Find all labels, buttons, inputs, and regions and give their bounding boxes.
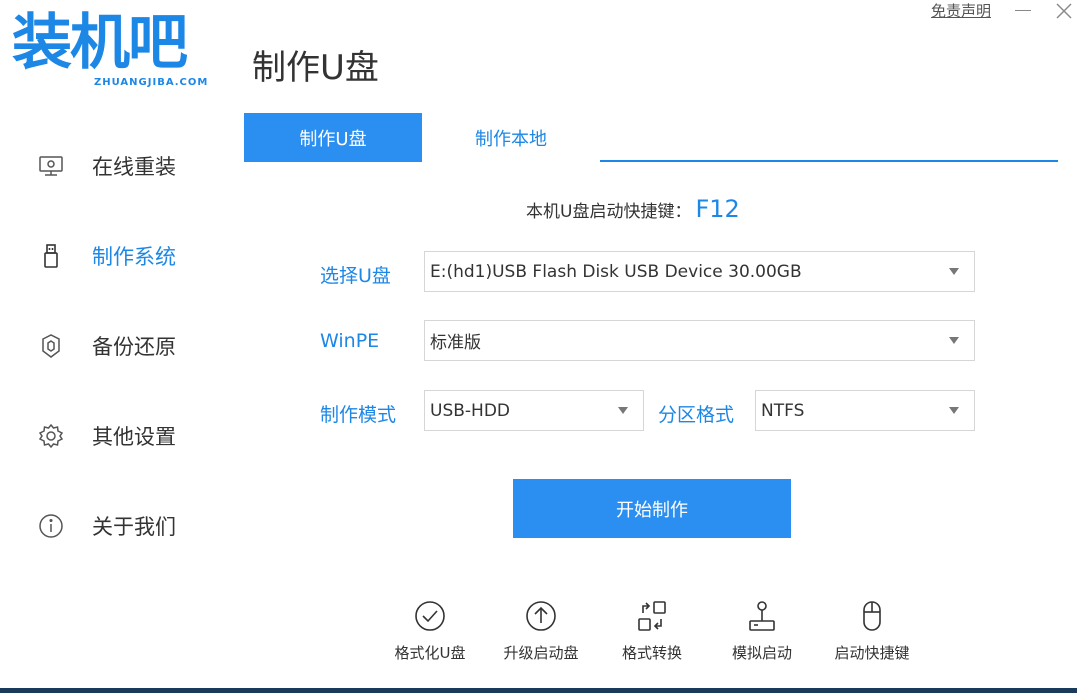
page-title: 制作U盘 xyxy=(252,48,379,88)
tool-label: 模拟启动 xyxy=(731,644,792,662)
sidebar-item-online-reinstall[interactable]: 在线重装 xyxy=(0,136,240,196)
usb-select-label: 选择U盘 xyxy=(320,265,391,287)
check-circle-icon xyxy=(412,598,448,634)
format-convert-tool[interactable]: 格式转换 xyxy=(617,598,687,663)
upgrade-bootdisk-tool[interactable]: 升级启动盘 xyxy=(498,598,584,663)
joystick-icon xyxy=(744,598,780,634)
partition-format-select[interactable]: NTFS xyxy=(755,390,975,431)
tool-label: 格式转换 xyxy=(621,644,682,662)
convert-icon xyxy=(634,598,670,634)
sidebar-item-about-us[interactable]: 关于我们 xyxy=(0,496,240,556)
usb-device-select[interactable]: E:(hd1)USB Flash Disk USB Device 30.00GB xyxy=(424,251,975,292)
disclaimer-link[interactable]: 免责声明 xyxy=(931,0,991,21)
chevron-down-icon xyxy=(618,407,628,414)
winpe-label: WinPE xyxy=(320,330,380,352)
logo-subtext: ZHUANGJIBA.COM xyxy=(94,77,209,88)
hotkey-value: F12 xyxy=(695,195,740,223)
tab-make-local[interactable]: 制作本地 xyxy=(422,113,600,162)
simulate-boot-tool[interactable]: 模拟启动 xyxy=(727,598,797,663)
sidebar-item-label: 制作系统 xyxy=(92,245,176,269)
make-mode-label: 制作模式 xyxy=(320,404,397,426)
tool-label: 升级启动盘 xyxy=(503,644,579,662)
close-button[interactable] xyxy=(1055,2,1073,20)
gear-icon xyxy=(38,423,64,449)
start-making-button[interactable]: 开始制作 xyxy=(513,479,791,538)
backup-icon xyxy=(38,333,64,359)
hotkey-label: 本机U盘启动快捷键： xyxy=(526,202,692,222)
boot-hotkey-tool[interactable]: 启动快捷键 xyxy=(829,598,915,663)
chevron-down-icon xyxy=(949,407,959,414)
tool-label: 启动快捷键 xyxy=(834,644,910,662)
make-mode-value: USB-HDD xyxy=(430,400,510,421)
winpe-select[interactable]: 标准版 xyxy=(424,320,975,361)
monitor-icon xyxy=(38,153,64,179)
tool-label: 格式化U盘 xyxy=(394,644,466,662)
bottom-border xyxy=(0,688,1077,693)
mouse-icon xyxy=(854,598,890,634)
partition-format-value: NTFS xyxy=(761,400,805,421)
logo-text: 装机吧 xyxy=(12,8,188,78)
sidebar-item-label: 其他设置 xyxy=(92,425,176,449)
sidebar-item-other-settings[interactable]: 其他设置 xyxy=(0,406,240,466)
format-usb-tool[interactable]: 格式化U盘 xyxy=(389,598,471,663)
sidebar-item-backup-restore[interactable]: 备份还原 xyxy=(0,316,240,376)
info-icon xyxy=(38,513,64,539)
chevron-down-icon xyxy=(949,268,959,275)
minimize-button[interactable] xyxy=(1014,2,1032,18)
upload-circle-icon xyxy=(523,598,559,634)
winpe-value: 标准版 xyxy=(430,333,481,353)
usb-device-value: E:(hd1)USB Flash Disk USB Device 30.00GB xyxy=(430,261,802,282)
make-mode-select[interactable]: USB-HDD xyxy=(424,390,644,431)
tab-bar: 制作U盘 制作本地 xyxy=(244,113,1058,162)
tab-make-usb[interactable]: 制作U盘 xyxy=(244,113,422,162)
app-logo: 装机吧 ZHUANGJIBA.COM xyxy=(12,6,217,94)
usb-boot-hotkey: 本机U盘启动快捷键： F12 xyxy=(526,195,740,223)
sidebar-item-make-system[interactable]: 制作系统 xyxy=(0,226,240,286)
chevron-down-icon xyxy=(949,337,959,344)
partition-format-label: 分区格式 xyxy=(658,404,735,426)
sidebar-item-label: 关于我们 xyxy=(92,515,176,539)
usb-icon xyxy=(38,243,64,269)
sidebar-item-label: 在线重装 xyxy=(92,155,176,179)
close-icon xyxy=(1056,3,1072,19)
sidebar-item-label: 备份还原 xyxy=(92,335,176,359)
